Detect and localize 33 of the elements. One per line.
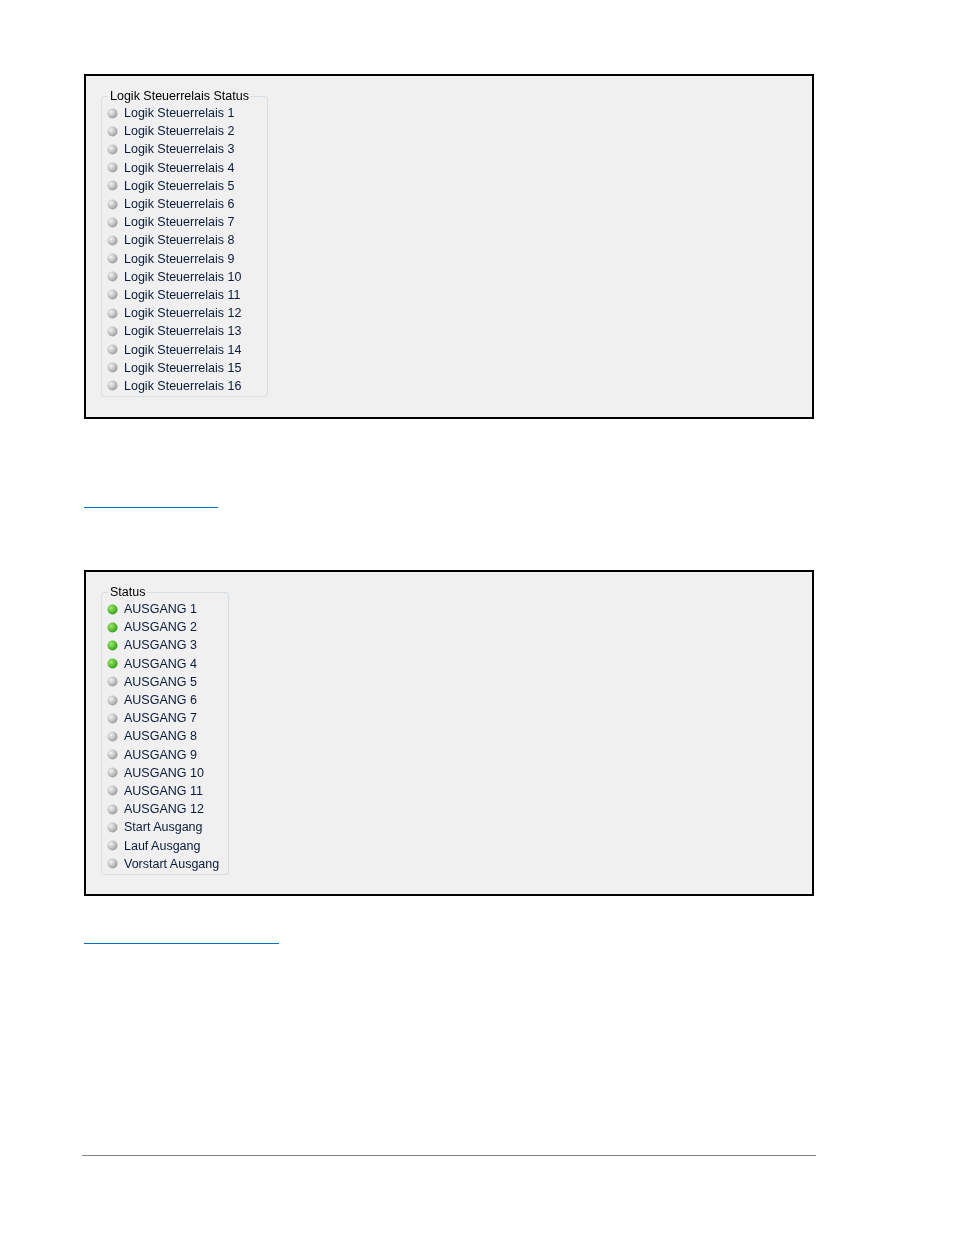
status-label: AUSGANG 4 — [124, 655, 197, 672]
status-label: Logik Steuerrelais 5 — [124, 177, 235, 194]
status-label: Logik Steuerrelais 16 — [124, 377, 242, 394]
group-title: Logik Steuerrelais Status — [109, 88, 250, 104]
status-label: AUSGANG 11 — [124, 782, 203, 799]
status-label: Logik Steuerrelais 8 — [124, 232, 235, 249]
status-label: Logik Steuerrelais 11 — [124, 286, 241, 303]
status-label: AUSGANG 10 — [124, 764, 204, 781]
status-label: AUSGANG 8 — [124, 728, 197, 745]
status-label: AUSGANG 9 — [124, 746, 197, 763]
status-label: Logik Steuerrelais 15 — [124, 359, 242, 376]
status-label: Start Ausgang — [124, 819, 203, 836]
status-label: AUSGANG 12 — [124, 801, 204, 818]
status-label: AUSGANG 5 — [124, 673, 197, 690]
status-label: AUSGANG 6 — [124, 692, 197, 709]
status-label: AUSGANG 3 — [124, 637, 197, 654]
status-label: AUSGANG 1 — [124, 601, 197, 618]
status-label: Logik Steuerrelais 6 — [124, 196, 235, 213]
status-label: Logik Steuerrelais 12 — [124, 305, 242, 322]
status-label: AUSGANG 2 — [124, 619, 197, 636]
status-label: Logik Steuerrelais 9 — [124, 250, 235, 267]
status-label: AUSGANG 7 — [124, 710, 197, 727]
status-label: Vorstart Ausgang — [124, 855, 220, 872]
status-label: Logik Steuerrelais 4 — [124, 159, 235, 176]
status-label: Logik Steuerrelais 1 — [124, 105, 235, 122]
group-title: Status — [109, 584, 147, 600]
status-label: Lauf Ausgang — [124, 837, 201, 854]
status-label: Logik Steuerrelais 3 — [124, 141, 235, 158]
status-label: Logik Steuerrelais 10 — [124, 268, 242, 285]
status-label: Logik Steuerrelais 7 — [124, 214, 235, 231]
status-label: Logik Steuerrelais 13 — [124, 323, 242, 340]
status-label: Logik Steuerrelais 2 — [124, 123, 235, 140]
status-label: Logik Steuerrelais 14 — [124, 341, 242, 358]
